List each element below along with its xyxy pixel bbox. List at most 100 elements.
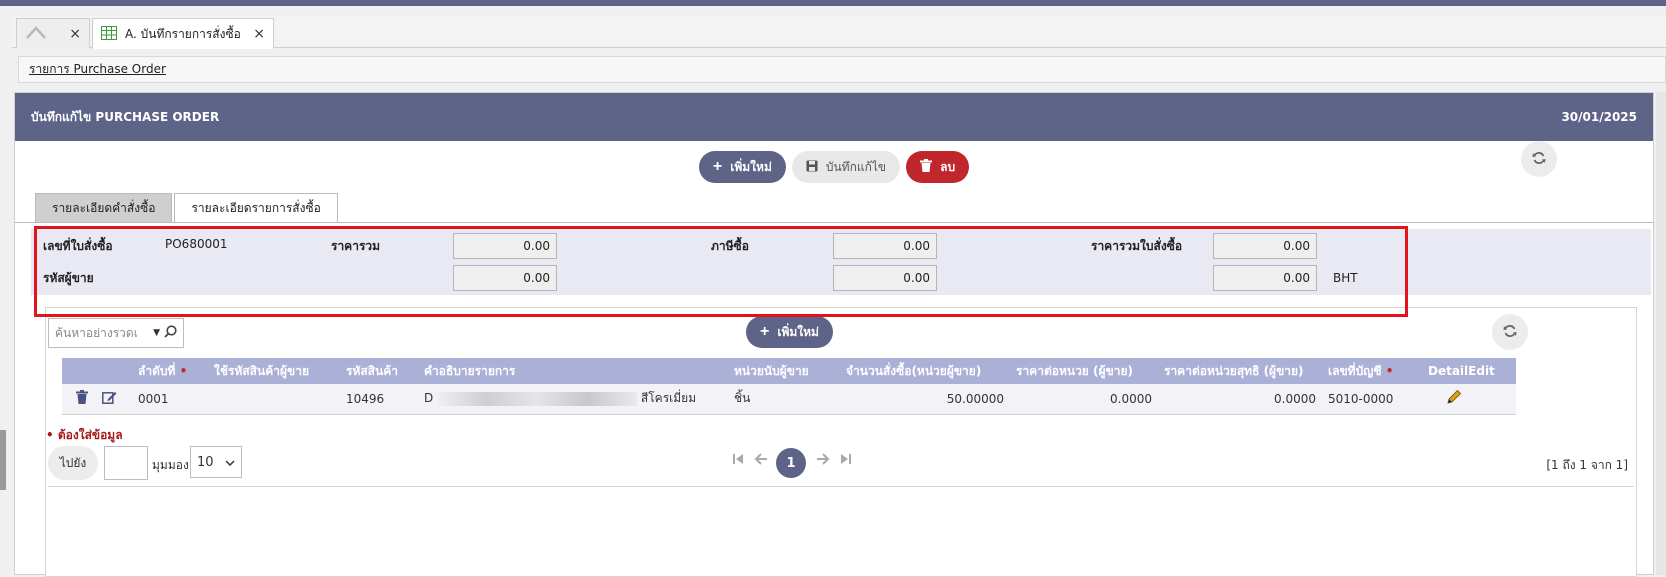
cell-product-code: 10496 (340, 384, 418, 415)
breadcrumb: รายการ Purchase Order (18, 56, 1666, 83)
grid-refresh-button[interactable] (1492, 314, 1528, 350)
top-accent-bar (0, 0, 1666, 6)
column-vendor-code[interactable]: ใช้รหัสสินค้าผู้ขาย (208, 358, 340, 384)
add-new-button[interactable]: + เพิ่มใหม่ (698, 151, 786, 183)
page-size-value: 10 (197, 454, 214, 470)
redacted-text (437, 391, 638, 406)
header-date: 30/01/2025 (1561, 110, 1637, 124)
add-new-label: เพิ่มใหม่ (730, 159, 772, 174)
search-placeholder: ค้นหาอย่างรวดเ (55, 325, 138, 340)
po-number-value: PO680001 (165, 237, 228, 251)
save-edit-button[interactable]: บันทึกแก้ไข (791, 151, 901, 183)
subtab-divider (15, 222, 1653, 223)
po-summary: เลขที่ใบสั่งซื้อ PO680001 รหัสผู้ขาย ราค… (31, 229, 1651, 295)
purchase-tax-field: 0.00 (833, 233, 937, 259)
trash-icon[interactable] (76, 390, 88, 407)
next-page-icon[interactable] (816, 452, 830, 470)
required-field-note: • ต้องใส่ข้อมูล (46, 428, 123, 442)
pagination-bar: ไปยัง มุมมอง 10 1 [1 ถึง 1 จาก 1] (48, 446, 1634, 480)
page-size-select[interactable]: 10 (190, 446, 242, 478)
total-price-field-2: 0.00 (453, 265, 557, 291)
chevron-down-icon (225, 455, 235, 470)
floppy-disk-icon (806, 160, 818, 175)
cell-unit: ชิ้น (728, 384, 840, 415)
search-icon (164, 325, 177, 341)
table-header-row: ลำดับที่ • ใช้รหัสสินค้าผู้ขาย รหัสสินค้… (62, 358, 1516, 384)
total-price-field: 0.00 (453, 233, 557, 259)
tab-home[interactable]: × (16, 18, 90, 48)
po-grand-total-field-2: 0.00 (1213, 265, 1317, 291)
line-items-table: ลำดับที่ • ใช้รหัสสินค้าผู้ขาย รหัสสินค้… (62, 358, 1516, 415)
tab-order-details[interactable]: รายละเอียดคำสั่งซื้อ (35, 193, 173, 223)
total-price-label: ราคารวม (331, 239, 381, 253)
column-account[interactable]: เลขที่บัญชี • (1322, 358, 1422, 384)
column-net-price[interactable]: ราคาต่อหน่วยสุทธิ (ผู้ขาย) (1158, 358, 1322, 384)
column-qty[interactable]: จำนวนสั่งซื้อ(หน่วยผู้ขาย) (840, 358, 1010, 384)
po-grand-total-field: 0.00 (1213, 233, 1317, 259)
current-page-button[interactable]: 1 (776, 448, 806, 478)
panel-header: บันทึกแก้ไข PURCHASE ORDER 30/01/2025 (15, 93, 1653, 141)
page-title: บันทึกแก้ไข PURCHASE ORDER (31, 109, 220, 124)
breadcrumb-link-po-list[interactable]: รายการ Purchase Order (29, 60, 166, 79)
right-scrollbar[interactable] (1656, 92, 1666, 575)
close-icon[interactable]: × (69, 26, 81, 42)
detail-subtabs: รายละเอียดคำสั่งซื้อ รายละเอียดรายการสั่… (35, 193, 338, 223)
po-edit-panel: บันทึกแก้ไข PURCHASE ORDER 30/01/2025 + … (14, 92, 1654, 577)
currency-label: BHT (1333, 271, 1358, 285)
cell-qty: 50.00000 (840, 384, 1010, 415)
go-to-page-button[interactable]: ไปยัง (48, 446, 98, 480)
quick-search-input[interactable]: ค้นหาอย่างรวดเ ▼ (48, 318, 184, 348)
close-icon[interactable]: × (253, 26, 265, 42)
refresh-button[interactable] (1521, 141, 1557, 177)
cell-account: 5010-0000 (1322, 384, 1422, 415)
column-unit-price[interactable]: ราคาต่อหนวย (ผู้ขาย) (1010, 358, 1158, 384)
cell-seq: 0001 (132, 384, 208, 415)
save-edit-label: บันทึกแก้ไข (825, 159, 887, 174)
grid-bottom-border (48, 486, 1634, 487)
column-description[interactable]: คำอธิบายรายการ (418, 358, 728, 384)
plus-icon: + (712, 158, 723, 175)
cell-net-price: 0.0000 (1158, 384, 1322, 415)
column-actions (62, 358, 132, 384)
main-toolbar: + เพิ่มใหม่ บันทึกแก้ไข ลบ (15, 151, 1653, 183)
column-seq[interactable]: ลำดับที่ • (132, 358, 208, 384)
tab-order-line-details[interactable]: รายละเอียดรายการสั่งซื้อ (174, 193, 338, 223)
edit-icon[interactable] (101, 390, 117, 407)
add-line-button[interactable]: + เพิ่มใหม่ (746, 316, 833, 348)
caret-down-icon: ▼ (153, 328, 160, 338)
plus-icon: + (760, 323, 770, 340)
tab-purchase-order-entry[interactable]: A. บันทึกรายการสั่งซื้อ × (92, 18, 274, 49)
left-scrollbar[interactable] (0, 430, 6, 490)
purchase-tax-field-2: 0.00 (833, 265, 937, 291)
cell-unit-price: 0.0000 (1010, 384, 1158, 415)
cell-detail-edit (1422, 384, 1516, 415)
page-size-label: มุมมอง (152, 458, 189, 472)
document-tab-strip: × A. บันทึกรายการสั่งซื้อ × (12, 16, 1666, 49)
line-items-grid: ค้นหาอย่างรวดเ ▼ + เพิ่มใหม่ ลำดับที่ • … (45, 307, 1637, 577)
previous-page-icon[interactable] (754, 452, 768, 470)
po-grand-total-label: ราคารวมใบสั่งซื้อ (1091, 239, 1183, 253)
refresh-icon (1532, 151, 1546, 168)
pencil-icon[interactable] (1446, 389, 1462, 408)
column-unit[interactable]: หน่วยนับผู้ขาย (728, 358, 840, 384)
column-product-code[interactable]: รหัสสินค้า (340, 358, 418, 384)
last-page-icon[interactable] (840, 452, 852, 470)
page-range-text: [1 ถึง 1 จาก 1] (1546, 458, 1628, 472)
refresh-icon (1503, 324, 1517, 341)
first-page-icon[interactable] (732, 452, 744, 470)
table-row[interactable]: 0001 10496 D สีโครเมี่ยม ชิ้น 50.00000 0… (62, 384, 1516, 415)
spreadsheet-icon (101, 25, 117, 43)
cell-description: D สีโครเมี่ยม (418, 384, 728, 415)
page-number-input[interactable] (104, 446, 148, 480)
trash-icon (920, 159, 933, 175)
tab-title: A. บันทึกรายการสั่งซื้อ (125, 26, 241, 41)
cell-vendor-code (208, 384, 340, 415)
row-actions (62, 384, 132, 415)
purchase-tax-label: ภาษีซื้อ (711, 239, 749, 253)
vendor-code-label: รหัสผู้ขาย (43, 271, 94, 285)
delete-button[interactable]: ลบ (906, 151, 970, 183)
home-icon (25, 24, 47, 43)
column-detail-edit[interactable]: DetailEdit (1422, 358, 1516, 384)
delete-label: ลบ (940, 159, 956, 174)
add-line-label: เพิ่มใหม่ (777, 324, 819, 339)
